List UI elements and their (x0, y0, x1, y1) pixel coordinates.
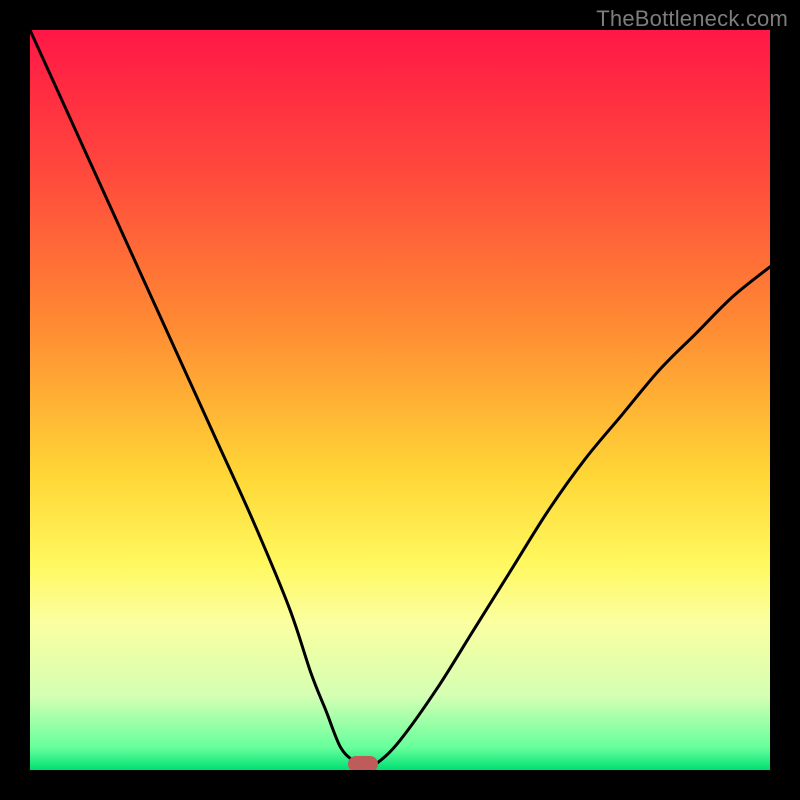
plot-area (30, 30, 770, 770)
chart-svg (30, 30, 770, 770)
minimum-marker-icon (348, 756, 378, 770)
watermark-text: TheBottleneck.com (596, 6, 788, 32)
chart-frame: TheBottleneck.com (0, 0, 800, 800)
gradient-background (30, 30, 770, 770)
